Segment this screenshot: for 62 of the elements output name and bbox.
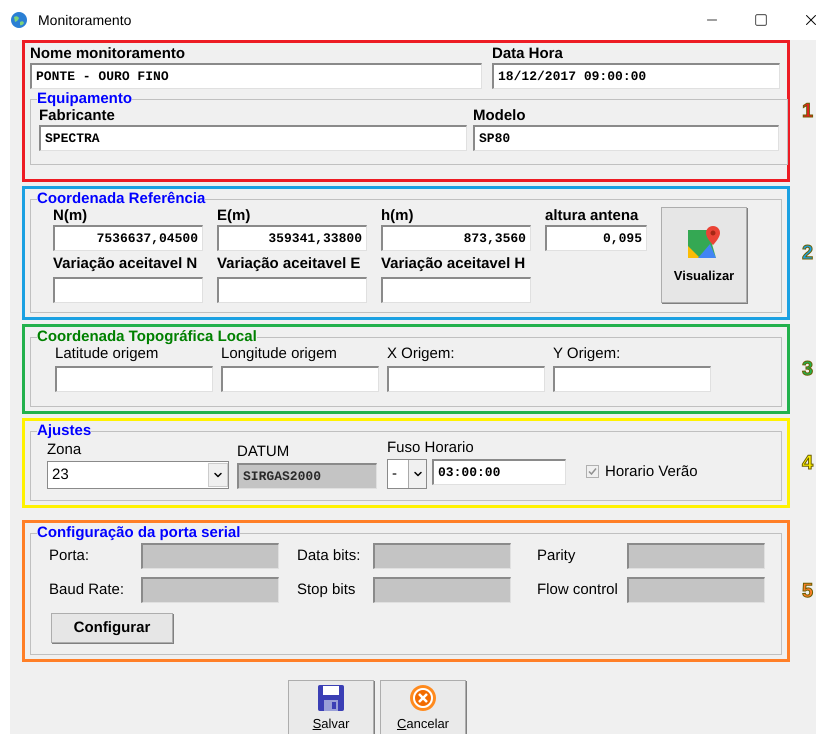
input-field[interactable] xyxy=(217,277,367,303)
field-label: Y Origem: xyxy=(553,345,622,363)
field-label: Data Hora xyxy=(492,45,564,63)
sign-dropdown[interactable]: - xyxy=(387,459,427,489)
field-label: Longitude origem xyxy=(221,345,338,363)
input-field[interactable]: 03:00:00 xyxy=(432,459,566,485)
annotation-number: 5 xyxy=(802,579,814,604)
input-field[interactable]: 873,3560 xyxy=(381,225,531,251)
cancel-icon xyxy=(409,684,437,712)
group-title: Equipamento xyxy=(37,91,132,107)
zone-dropdown[interactable]: 23 xyxy=(47,461,229,489)
globe-icon xyxy=(10,11,28,29)
input-field[interactable]: PONTE - OURO FINO xyxy=(30,63,482,89)
field-label: altura antena xyxy=(545,207,640,225)
field-label: Latitude origem xyxy=(55,345,160,363)
field-label: Data bits: xyxy=(297,547,362,565)
field-label: Variação aceitavel H xyxy=(381,255,526,273)
input-field[interactable] xyxy=(553,366,711,392)
maximize-icon[interactable] xyxy=(754,13,768,27)
cancel-button[interactable]: Cancelar xyxy=(380,680,466,734)
input-field[interactable]: 0,095 xyxy=(545,225,647,251)
annotation-number: 2 xyxy=(802,241,814,266)
field-label: Modelo xyxy=(473,107,526,125)
group-title: Configuração da porta serial xyxy=(37,525,240,541)
field-label: Variação aceitavel E xyxy=(217,255,362,273)
input-field[interactable]: 18/12/2017 09:00:00 xyxy=(492,63,780,89)
checkbox-label: Horario Verão xyxy=(605,462,698,482)
field-label: Baud Rate: xyxy=(49,581,126,599)
group-title: Coordenada Referência xyxy=(37,191,206,207)
configure-button[interactable]: Configurar xyxy=(51,613,173,643)
field-label: Zona xyxy=(47,441,82,459)
input-field[interactable] xyxy=(53,277,203,303)
field-label: Porta: xyxy=(49,547,90,565)
annotation-number: 4 xyxy=(802,451,814,476)
map-pin-icon xyxy=(686,224,722,260)
group-title: Ajustes xyxy=(37,423,92,439)
field-label: DATUM xyxy=(237,443,290,461)
field-label: h(m) xyxy=(381,207,414,225)
field-label: Fabricante xyxy=(39,107,116,125)
input-field[interactable]: 7536637,04500 xyxy=(53,225,203,251)
field-label: Nome monitoramento xyxy=(30,45,186,63)
field-label: Fuso Horario xyxy=(387,439,475,457)
input-field[interactable]: SPECTRA xyxy=(39,125,467,151)
input-field[interactable] xyxy=(221,366,379,392)
field-label: E(m) xyxy=(217,207,252,225)
field-label: X Origem: xyxy=(387,345,456,363)
field-label: Flow control xyxy=(537,581,619,599)
annotation-number: 3 xyxy=(802,357,814,382)
input-field[interactable] xyxy=(381,277,531,303)
input-field[interactable] xyxy=(387,366,545,392)
annotation-number: 1 xyxy=(802,99,814,124)
field-label: Stop bits xyxy=(297,581,356,599)
save-button[interactable]: Salvar xyxy=(288,680,374,734)
input-field[interactable] xyxy=(55,366,213,392)
group-title: Coordenada Topográfica Local xyxy=(37,329,257,345)
view-map-button[interactable]: Visualizar xyxy=(661,207,747,303)
field-label: N(m) xyxy=(53,207,88,225)
field-label: Variação aceitavel N xyxy=(53,255,198,273)
field-label: Parity xyxy=(537,547,576,565)
input-field[interactable]: 359341,33800 xyxy=(217,225,367,251)
input-field[interactable]: SP80 xyxy=(473,125,779,151)
window-title: Monitoramento xyxy=(38,10,132,30)
